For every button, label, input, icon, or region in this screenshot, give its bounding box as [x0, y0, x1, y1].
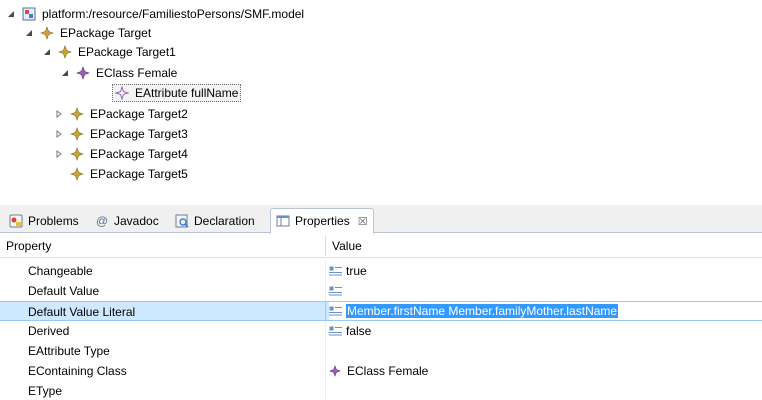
tree-selection: EAttribute fullName	[112, 84, 242, 102]
tree-item-eattribute-fullname[interactable]: EAttribute fullName	[112, 83, 242, 103]
property-name: EType	[28, 384, 63, 398]
literal-value-icon	[329, 326, 343, 336]
tab-javadoc[interactable]: @ Javadoc	[90, 208, 164, 233]
tab-problems[interactable]: Problems	[4, 208, 84, 233]
tab-label: Declaration	[194, 213, 255, 228]
property-name: Default Value	[28, 284, 100, 298]
expand-arrow-icon[interactable]	[54, 149, 64, 159]
expand-arrow-icon[interactable]	[54, 129, 64, 139]
table-row-selected[interactable]: Default Value Literal Member.firstName M…	[0, 301, 762, 322]
close-tab-icon[interactable]: ☒	[358, 215, 368, 228]
property-name: EAttribute Type	[28, 344, 110, 358]
eattribute-icon	[115, 86, 129, 100]
tree-item-epackage-target4[interactable]: EPackage Target4	[54, 144, 188, 164]
table-header: Property Value	[0, 234, 762, 258]
property-value: false	[346, 324, 372, 338]
tree-item-label: EPackage Target4	[90, 147, 188, 161]
tree-item-label: EAttribute fullName	[135, 86, 239, 100]
property-name: Default Value Literal	[28, 305, 136, 319]
properties-table: Property Value Changeable true Default V…	[0, 234, 762, 400]
eclass-icon	[329, 365, 341, 377]
tree-item-epackage-target5[interactable]: EPackage Target5	[70, 164, 188, 184]
tree-item-label: EPackage Target	[60, 26, 152, 40]
table-row[interactable]: Default Value	[0, 281, 762, 301]
tree-item-label: EPackage Target2	[90, 107, 188, 121]
view-tab-bar: Problems @ Javadoc Declaration Propertie…	[0, 205, 762, 234]
tree-item-eclass-female[interactable]: EClass Female	[60, 63, 177, 83]
property-value-cell[interactable]: true	[329, 261, 367, 281]
epackage-icon	[70, 147, 84, 161]
collapse-arrow-icon[interactable]	[6, 9, 16, 19]
property-value: EClass Female	[347, 364, 429, 378]
table-row[interactable]: Changeable true	[0, 261, 762, 281]
literal-value-icon	[329, 306, 343, 316]
tree-item-label: EPackage Target3	[90, 127, 188, 141]
table-row[interactable]: EType	[0, 381, 762, 400]
table-row[interactable]: EContaining Class EClass Female	[0, 361, 762, 381]
epackage-icon	[70, 127, 84, 141]
epackage-icon	[40, 26, 54, 40]
column-header-property[interactable]: Property	[0, 234, 325, 258]
column-divider	[325, 302, 326, 322]
property-value: true	[346, 264, 367, 278]
epackage-icon	[58, 45, 72, 59]
eclass-icon	[76, 66, 90, 80]
epackage-icon	[70, 107, 84, 121]
tab-declaration[interactable]: Declaration	[170, 208, 260, 233]
literal-value-icon	[329, 286, 343, 296]
column-divider	[325, 361, 326, 381]
collapse-arrow-icon[interactable]	[24, 28, 34, 38]
column-divider	[325, 381, 326, 400]
property-value-cell[interactable]: EClass Female	[329, 361, 428, 381]
property-name: Changeable	[28, 264, 93, 278]
at-sign-icon: @	[95, 213, 109, 228]
collapse-arrow-icon[interactable]	[42, 47, 52, 57]
tree-item-label: EPackage Target1	[78, 45, 176, 59]
tree-item-epackage-target2[interactable]: EPackage Target2	[54, 104, 188, 124]
problems-icon	[9, 214, 23, 228]
table-row[interactable]: Derived false	[0, 321, 762, 341]
tab-label: Javadoc	[114, 213, 159, 228]
epackage-icon	[70, 167, 84, 181]
tree-item-label: EClass Female	[96, 66, 178, 80]
tab-properties[interactable]: Properties ☒	[270, 208, 374, 234]
property-name: EContaining Class	[28, 364, 127, 378]
tree-item-epackage-target3[interactable]: EPackage Target3	[54, 124, 188, 144]
column-divider	[325, 341, 326, 361]
tree-item-root[interactable]: platform:/resource/FamiliestoPersons/SMF…	[6, 4, 304, 24]
collapse-arrow-icon[interactable]	[60, 68, 70, 78]
property-value-text-selection[interactable]: Member.firstName Member.familyMother.las…	[346, 304, 619, 318]
model-tree: platform:/resource/FamiliestoPersons/SMF…	[0, 0, 762, 198]
property-value-cell[interactable]: false	[329, 321, 371, 341]
tree-item-epackage-target1[interactable]: EPackage Target1	[42, 42, 176, 62]
property-name: Derived	[28, 324, 70, 338]
model-resource-icon	[22, 7, 36, 21]
property-value-cell[interactable]	[329, 281, 346, 301]
column-divider	[325, 321, 326, 341]
tab-label: Properties	[295, 214, 350, 228]
declaration-icon	[175, 214, 189, 228]
tab-label: Problems	[28, 213, 79, 228]
column-divider	[325, 261, 326, 281]
expand-arrow-icon[interactable]	[54, 109, 64, 119]
properties-icon	[276, 214, 290, 228]
property-value-editor[interactable]: Member.firstName Member.familyMother.las…	[329, 302, 762, 320]
literal-value-icon	[329, 266, 343, 276]
tree-item-epackage-target[interactable]: EPackage Target	[24, 23, 151, 43]
table-row[interactable]: EAttribute Type	[0, 341, 762, 361]
column-divider	[325, 281, 326, 301]
column-header-value[interactable]: Value	[326, 234, 362, 258]
tree-item-label: platform:/resource/FamiliestoPersons/SMF…	[42, 7, 305, 21]
tree-item-label: EPackage Target5	[90, 167, 188, 181]
